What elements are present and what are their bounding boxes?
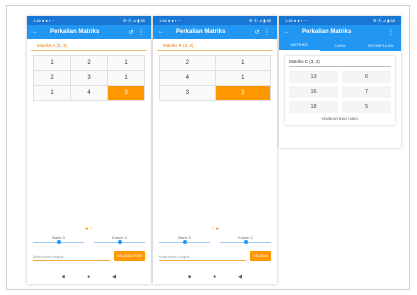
status-left: 1:46 ● ● ▪ ⋯ — [285, 18, 308, 23]
matrix-a-label: Matriks A (3, 3) — [31, 39, 147, 51]
more-vert-icon[interactable]: ⋮ — [262, 29, 272, 36]
row-slider-track[interactable] — [33, 240, 84, 244]
col-slider-track[interactable] — [94, 240, 145, 244]
matrix-cell[interactable]: 2 — [34, 71, 71, 86]
status-bar: 1:46 ● ● ▪ ⋯ ⚙ ⦿ ⊿ ▮ 85 — [279, 16, 401, 25]
back-arrow-icon[interactable]: ← — [284, 29, 294, 35]
input-panel: ○ ● Baris 3 Kolom 2 Masukkan Angka... SE… — [153, 224, 277, 284]
col-slider-thumb[interactable] — [243, 240, 248, 244]
row-slider[interactable]: Baris 3 — [159, 235, 210, 244]
col-slider-thumb[interactable] — [117, 240, 122, 244]
matrix-cell[interactable]: 1 — [108, 71, 145, 86]
phone-screen-result: 1:46 ● ● ▪ ⋯ ⚙ ⦿ ⊿ ▮ 85 ← Perkalian Matr… — [279, 16, 401, 148]
matrix-cell[interactable]: 18 — [289, 101, 338, 113]
next-button[interactable]: SELANJUTNYA — [114, 251, 145, 261]
matrix-cell[interactable]: 13 — [289, 71, 338, 83]
row-slider[interactable]: Baris 3 — [33, 235, 84, 244]
matrix-cell[interactable]: 2 — [71, 56, 108, 71]
nav-back-icon[interactable]: ■ — [188, 274, 191, 280]
matrix-cell[interactable]: 16 — [289, 86, 338, 98]
app-bar: ← Perkalian Matriks ⋮ — [279, 25, 401, 39]
matrix-cell[interactable]: 4 — [160, 71, 216, 86]
row-slider-thumb[interactable] — [56, 240, 61, 244]
status-right: ⚙ ⦿ ⊿ ▮ 85 — [122, 17, 145, 23]
figure-frame: 1:46 ● ● ▪ ⋯ ⚙ ⦿ ⊿ ▮ 85 ← Perkalian Matr… — [6, 5, 410, 290]
back-arrow-icon[interactable]: ← — [158, 29, 168, 35]
number-input[interactable]: Masukkan Angka... — [33, 251, 111, 261]
page-indicator: ● ○ — [85, 226, 93, 232]
nav-recent-icon[interactable]: ◀ — [112, 274, 116, 280]
phone-screen-matrix-a: 1:46 ● ● ▪ ⋯ ⚙ ⦿ ⊿ ▮ 85 ← Perkalian Matr… — [27, 16, 151, 284]
system-nav-bar: ■ ● ◀ — [153, 270, 277, 284]
tab-kesimpulan[interactable]: KESIMPULAN — [360, 39, 401, 51]
input-panel: ● ○ Baris 3 Kolom 3 Masukkan Angka... SE… — [27, 224, 151, 284]
finish-button[interactable]: SELESAI — [250, 251, 271, 261]
number-input[interactable]: Masukkan Angka... — [159, 251, 247, 261]
page-indicator: ○ ● — [211, 226, 219, 232]
matrix-b-label: Matriks B (3, 2) — [157, 39, 273, 51]
matrix-cell[interactable]: 6 — [342, 71, 391, 83]
matrix-cell[interactable]: 1 — [108, 56, 145, 71]
col-slider[interactable]: Kolom 2 — [220, 235, 271, 244]
matrix-cell[interactable]: 1 — [34, 86, 71, 101]
more-vert-icon[interactable]: ⋮ — [386, 29, 396, 36]
matrix-cell[interactable]: 3 — [108, 86, 145, 101]
app-bar: ← Perkalian Matriks ↺ ⋮ — [27, 25, 151, 39]
matrix-c-label: Matriks C (3, 2) — [289, 59, 391, 67]
app-title: Perkalian Matriks — [176, 29, 226, 35]
phone-screen-matrix-b: 1:46 ● ● ▪ ⋯ ⚙ ⦿ ⊿ ▮ 85 ← Perkalian Matr… — [153, 16, 277, 284]
matrix-b-grid: 214133 — [159, 55, 271, 101]
matrix-cell[interactable]: 4 — [71, 86, 108, 101]
matrix-cell[interactable]: 1 — [215, 56, 271, 71]
status-right: ⚙ ⦿ ⊿ ▮ 85 — [372, 17, 395, 23]
nav-back-icon[interactable]: ■ — [62, 274, 65, 280]
matrix-c-grid: 13 6 16 7 18 5 — [289, 71, 391, 113]
matrix-cell[interactable]: 3 — [160, 86, 216, 101]
nav-home-icon[interactable]: ● — [213, 274, 216, 280]
nav-home-icon[interactable]: ● — [87, 274, 90, 280]
col-slider[interactable]: Kolom 3 — [94, 235, 145, 244]
status-bar: 1:46 ● ● ▪ ⋯ ⚙ ⦿ ⊿ ▮ 85 — [153, 16, 277, 25]
matrix-cell[interactable]: 2 — [160, 56, 216, 71]
back-arrow-icon[interactable]: ← — [32, 29, 42, 35]
app-title: Perkalian Matriks — [50, 29, 100, 35]
status-left: 1:46 ● ● ▪ ⋯ — [33, 18, 56, 23]
tab-matriks[interactable]: MATRIKS — [279, 39, 320, 51]
result-tabs: MATRIKS CARA KESIMPULAN — [279, 39, 401, 51]
row-slider-track[interactable] — [159, 240, 210, 244]
row-slider-thumb[interactable] — [182, 240, 187, 244]
hide-table-button[interactable]: SEMBUNYIKAN TABEL — [289, 117, 391, 121]
matrix-cell[interactable]: 7 — [342, 86, 391, 98]
status-bar: 1:46 ● ● ▪ ⋯ ⚙ ⦿ ⊿ ▮ 85 — [27, 16, 151, 25]
status-right: ⚙ ⦿ ⊿ ▮ 85 — [248, 17, 271, 23]
matrix-cell[interactable]: 1 — [215, 71, 271, 86]
matrix-a-grid: 121231143 — [33, 55, 145, 101]
status-left: 1:46 ● ● ▪ ⋯ — [159, 18, 182, 23]
more-vert-icon[interactable]: ⋮ — [136, 29, 146, 36]
matrix-cell[interactable]: 1 — [34, 56, 71, 71]
matrix-cell[interactable]: 5 — [342, 101, 391, 113]
matrix-cell[interactable]: 3 — [71, 71, 108, 86]
system-nav-bar: ■ ● ◀ — [27, 270, 151, 284]
history-icon[interactable]: ↺ — [126, 29, 136, 36]
nav-recent-icon[interactable]: ◀ — [238, 274, 242, 280]
matrix-cell[interactable]: 3 — [215, 86, 271, 101]
tab-cara[interactable]: CARA — [320, 39, 361, 51]
app-bar: ← Perkalian Matriks ↺ ⋮ — [153, 25, 277, 39]
col-slider-track[interactable] — [220, 240, 271, 244]
history-icon[interactable]: ↺ — [252, 29, 262, 36]
result-card: Matriks C (3, 2) 13 6 16 7 18 5 SEMBUNYIKAN T… — [285, 56, 395, 125]
app-title: Perkalian Matriks — [302, 29, 352, 35]
